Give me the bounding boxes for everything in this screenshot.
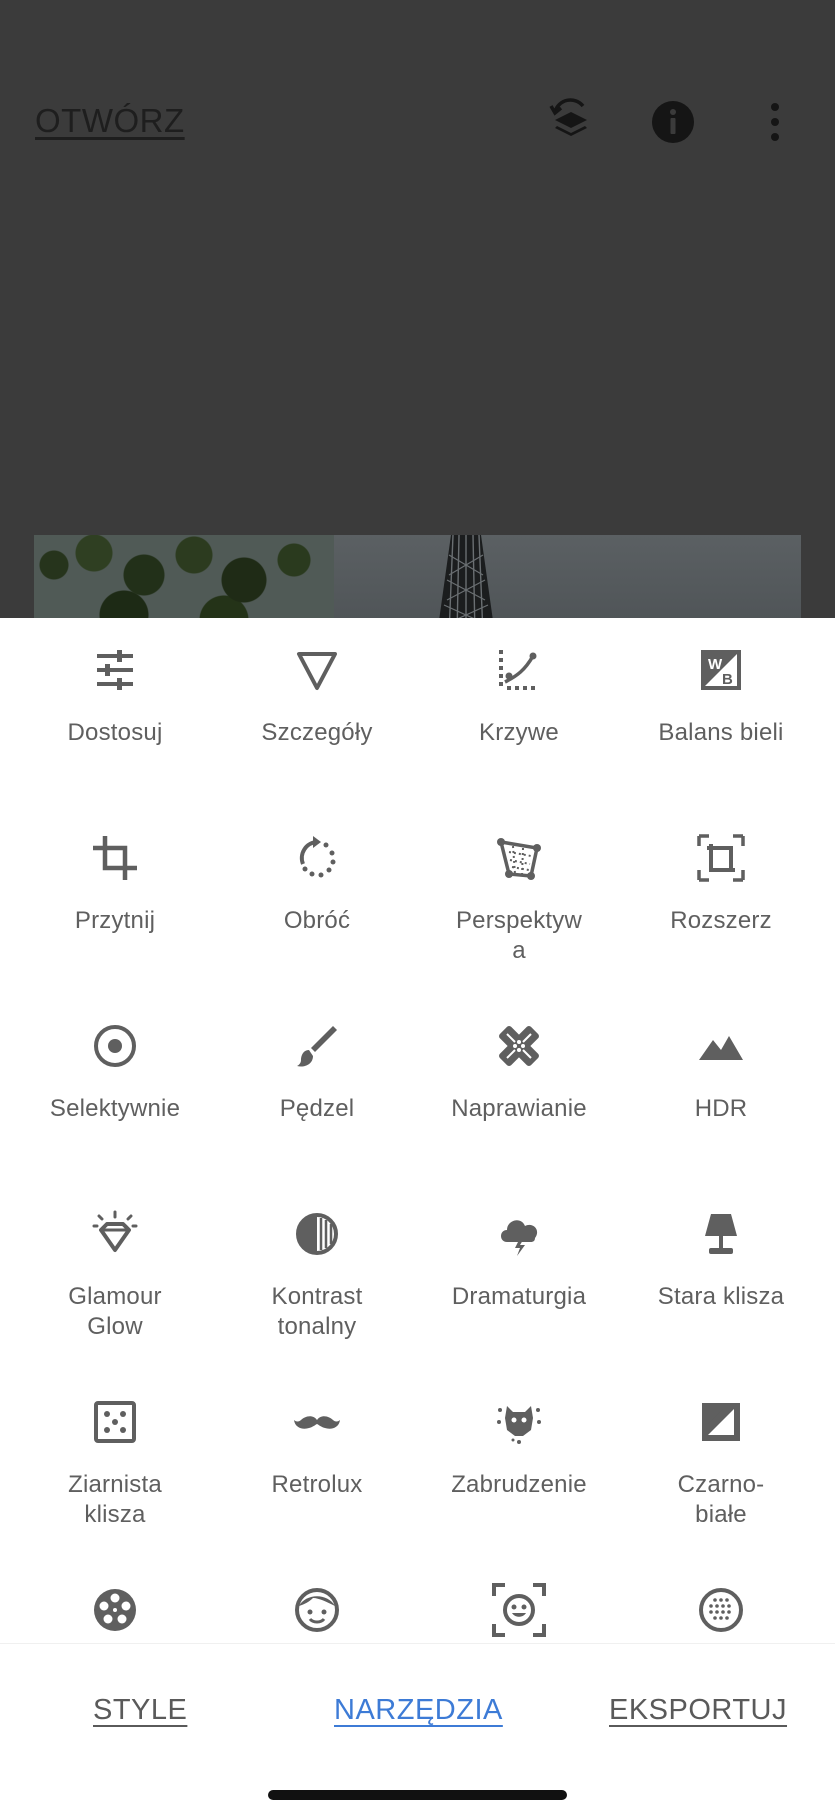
tab-export[interactable]: EKSPORTUJ — [609, 1694, 787, 1727]
tool-curves[interactable]: Krzywe — [418, 618, 620, 806]
tune-icon — [91, 646, 139, 694]
grain-dice-icon — [91, 1398, 139, 1446]
tool-label: Rozszerz — [670, 907, 772, 934]
tool-white-balance[interactable]: WB Balans bieli — [620, 618, 822, 806]
tool-retrolux[interactable]: Retrolux — [216, 1370, 418, 1558]
tool-label: Zabrudzenie — [451, 1471, 587, 1498]
photo-sky — [334, 535, 801, 618]
tool-grid: Dostosuj Szczegóły Krzywe WB Balans biel… — [0, 618, 835, 1643]
tonal-contrast-icon — [293, 1210, 341, 1258]
face-icon — [293, 1586, 341, 1634]
details-triangle-icon — [293, 646, 341, 694]
curves-icon — [495, 646, 543, 694]
tool-selective[interactable]: Selektywnie — [14, 994, 216, 1182]
tool-label: Dostosuj — [67, 719, 163, 746]
tool-adjust[interactable]: Dostosuj — [14, 618, 216, 806]
tool-label: Krzywe — [479, 719, 559, 746]
photo-preview — [34, 535, 801, 618]
tool-double-exposure[interactable] — [620, 1558, 822, 1643]
grunge-icon — [495, 1398, 543, 1446]
tool-label: Retrolux — [271, 1471, 363, 1498]
dotted-circle-icon — [697, 1586, 745, 1634]
crop-icon — [91, 834, 139, 882]
image-preview-area: OTWÓRZ — [0, 0, 835, 618]
tool-label: Czarno- białe — [677, 1471, 765, 1528]
tools-panel: Dostosuj Szczegóły Krzywe WB Balans biel… — [0, 618, 835, 1643]
tab-tools[interactable]: NARZĘDZIA — [334, 1694, 503, 1727]
tool-label: Obróć — [283, 907, 351, 934]
brush-icon — [293, 1022, 341, 1070]
tool-label: Przytnij — [74, 907, 156, 934]
svg-text:B: B — [722, 671, 733, 688]
eiffel-tower-shape — [439, 535, 493, 618]
white-balance-icon: WB — [697, 646, 745, 694]
bottom-nav: STYLE NARZĘDZIA EKSPORTUJ — [0, 1643, 835, 1816]
tool-label: Balans bieli — [658, 719, 784, 746]
tool-brush[interactable]: Pędzel — [216, 994, 418, 1182]
tool-rotate[interactable]: Obróć — [216, 806, 418, 994]
tool-label: Selektywnie — [49, 1095, 181, 1122]
tool-film-reel[interactable] — [14, 1558, 216, 1643]
tool-label: Pędzel — [279, 1095, 355, 1122]
tool-label: Perspektyw a — [455, 907, 583, 964]
tool-perspective[interactable]: Perspektyw a — [418, 806, 620, 994]
tool-label: Kontrast tonalny — [271, 1283, 363, 1340]
tool-drama[interactable]: Dramaturgia — [418, 1182, 620, 1370]
photo-trees — [34, 535, 334, 618]
tool-expand[interactable]: Rozszerz — [620, 806, 822, 994]
tool-label: HDR — [694, 1095, 748, 1122]
tool-details[interactable]: Szczegóły — [216, 618, 418, 806]
tool-label: Szczegóły — [261, 719, 373, 746]
mustache-icon — [293, 1398, 341, 1446]
top-bar: OTWÓRZ — [0, 86, 835, 156]
tool-tonal-contrast[interactable]: Kontrast tonalny — [216, 1182, 418, 1370]
tool-label: Stara klisza — [657, 1283, 785, 1310]
tool-hdr[interactable]: HDR — [620, 994, 822, 1182]
info-icon[interactable] — [649, 98, 697, 146]
storm-cloud-icon — [495, 1210, 543, 1258]
tool-vintage[interactable]: Stara klisza — [620, 1182, 822, 1370]
tool-label: Naprawianie — [451, 1095, 587, 1122]
tool-healing[interactable]: Naprawianie — [418, 994, 620, 1182]
rotate-icon — [293, 834, 341, 882]
tool-face[interactable] — [216, 1558, 418, 1643]
film-reel-icon — [91, 1586, 139, 1634]
tool-crop[interactable]: Przytnij — [14, 806, 216, 994]
mountains-icon — [697, 1022, 745, 1070]
tool-grunge[interactable]: Zabrudzenie — [418, 1370, 620, 1558]
tool-face-pose[interactable] — [418, 1558, 620, 1643]
face-frame-icon — [492, 1583, 546, 1637]
healing-bandage-icon — [495, 1022, 543, 1070]
layers-history-icon[interactable] — [547, 98, 595, 146]
expand-icon — [697, 834, 745, 882]
svg-text:W: W — [708, 656, 723, 673]
selective-icon — [91, 1022, 139, 1070]
tool-grainy-film[interactable]: Ziarnista klisza — [14, 1370, 216, 1558]
diamond-glow-icon — [91, 1210, 139, 1258]
lamp-icon — [697, 1210, 745, 1258]
tool-black-white[interactable]: Czarno- białe — [620, 1370, 822, 1558]
perspective-icon — [495, 834, 543, 882]
tool-label: Ziarnista klisza — [68, 1471, 162, 1528]
tool-glamour-glow[interactable]: Glamour Glow — [14, 1182, 216, 1370]
tool-label: Glamour Glow — [68, 1283, 162, 1340]
home-indicator[interactable] — [268, 1790, 567, 1800]
black-white-icon — [697, 1398, 745, 1446]
open-button[interactable]: OTWÓRZ — [35, 102, 185, 140]
more-vertical-icon[interactable] — [751, 98, 799, 146]
tab-style[interactable]: STYLE — [93, 1694, 187, 1727]
tool-label: Dramaturgia — [451, 1283, 587, 1310]
